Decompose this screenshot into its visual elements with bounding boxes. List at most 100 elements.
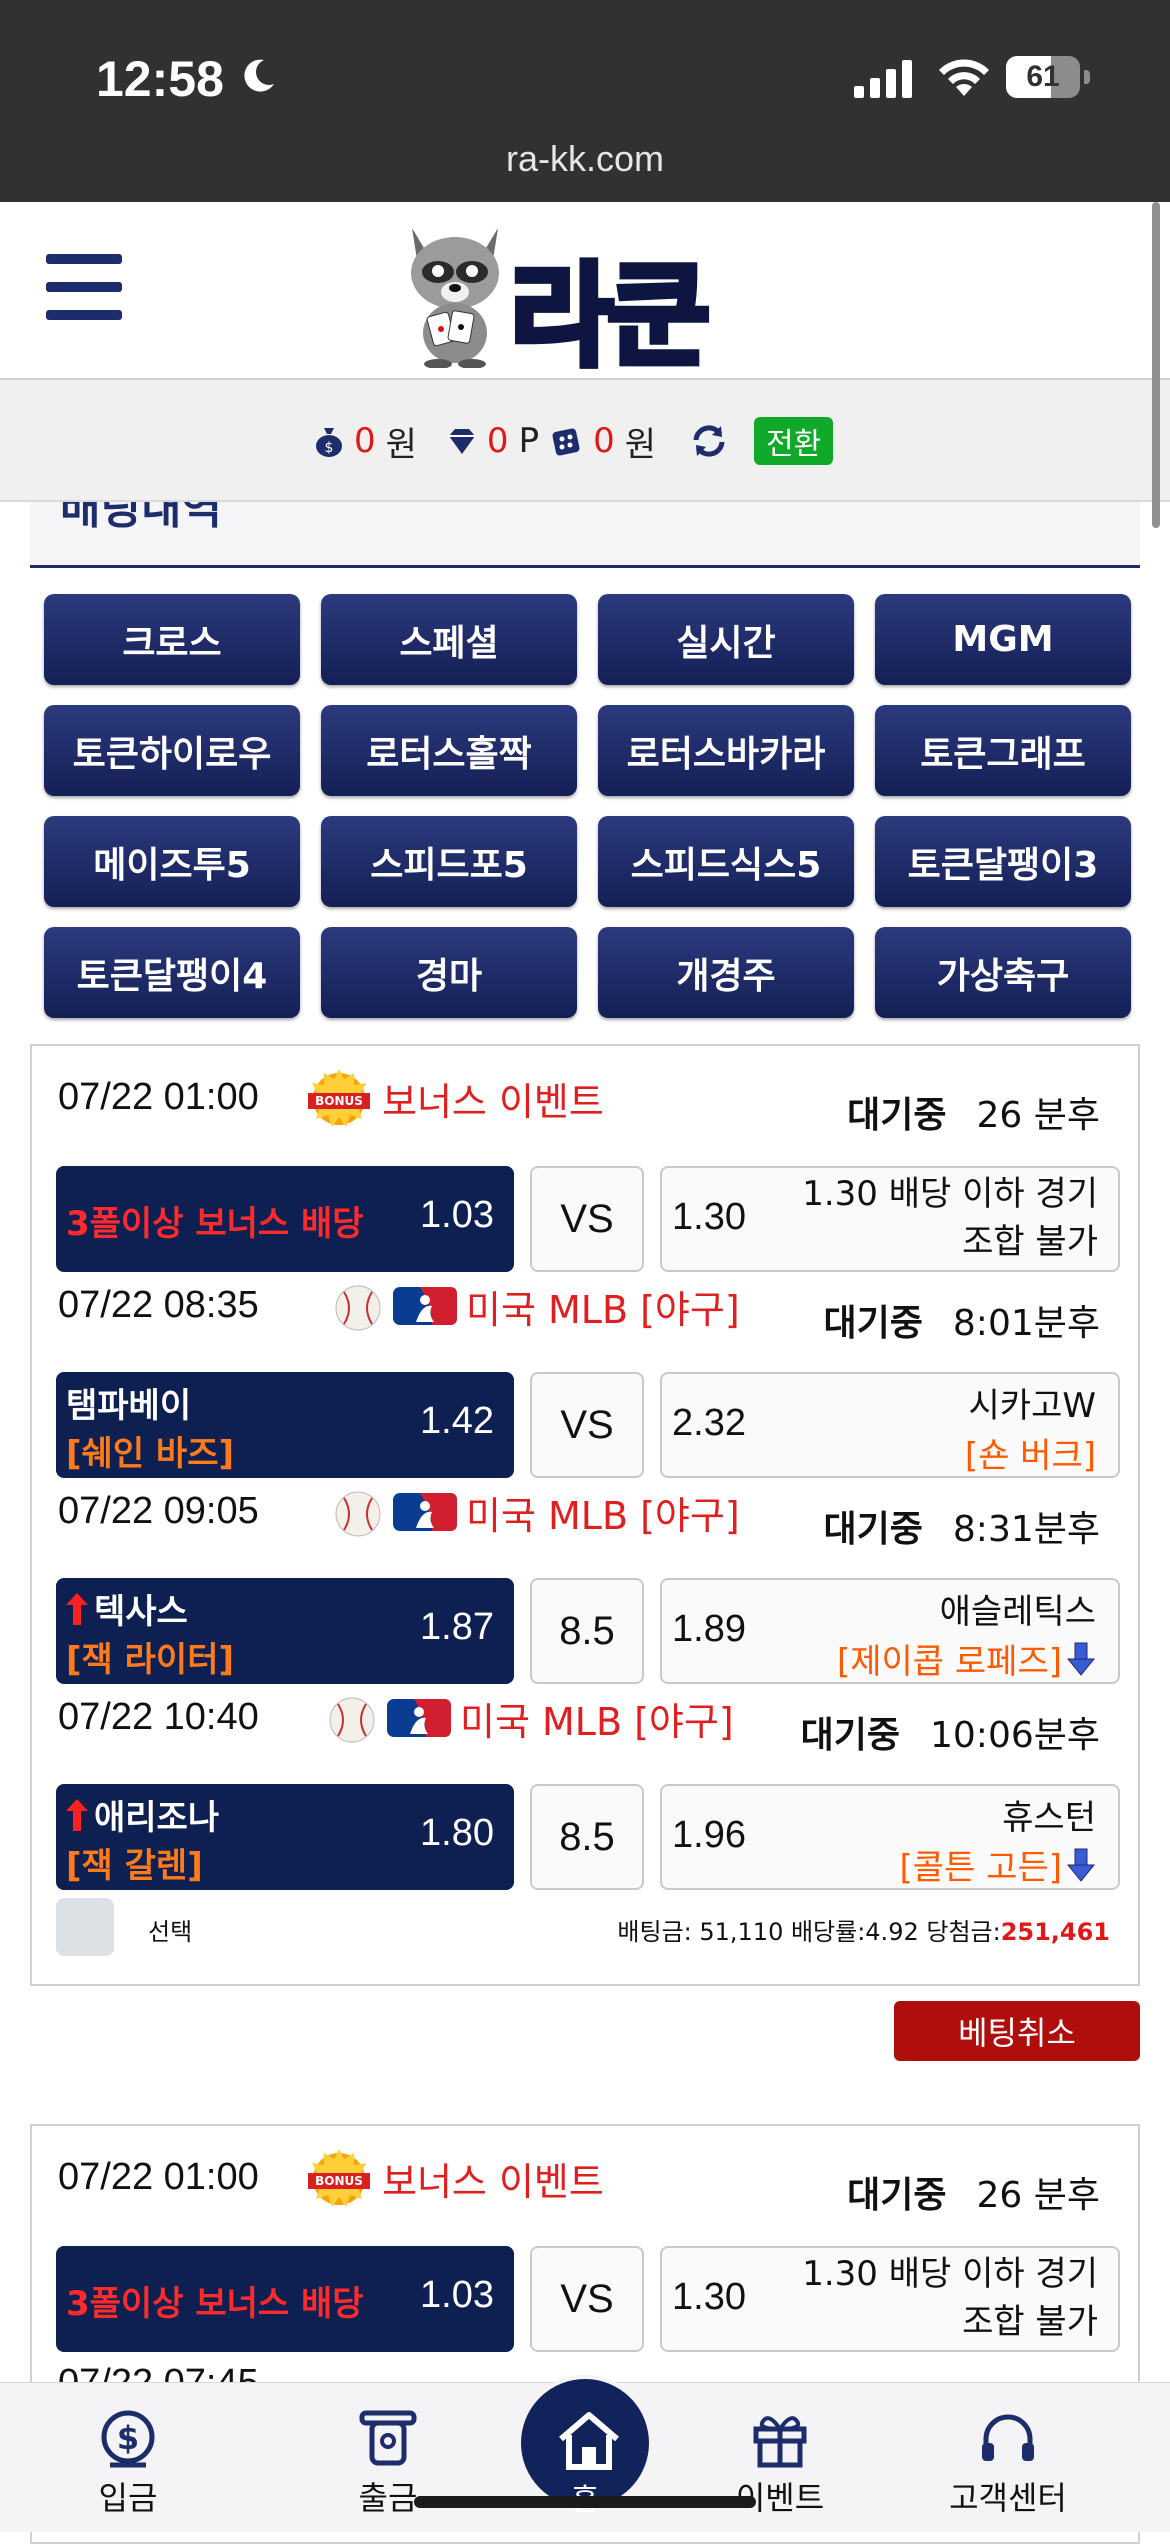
nav-deposit-label: 입금 — [98, 2479, 158, 2517]
arrow-down-icon — [1066, 1642, 1096, 1676]
away-pick[interactable]: 1.30 1.30 배당 이하 경기 조합 불가 — [660, 2246, 1120, 2352]
away-team: 애슬레틱스 — [939, 1592, 1096, 1632]
diamond-icon — [448, 429, 475, 454]
bonus-badge-icon: BONUS — [308, 1069, 370, 1127]
headset-icon — [982, 2414, 1034, 2461]
home-pick[interactable]: 애리조나 [잭 갈렌] 1.80 — [56, 1784, 514, 1890]
category-button-live[interactable]: 실시간 — [598, 594, 854, 685]
match-header: 07/22 01:00 BONUS 보너스 이벤트 대기중 26 분후 — [58, 1069, 1118, 1136]
home-team: 3폴이상 보너스 배당 — [66, 2284, 364, 2324]
arrow-up-icon — [66, 1593, 88, 1625]
away-pitcher: [콜튼 고든] — [899, 1848, 1062, 1888]
category-button-token-graph[interactable]: 토큰그래프 — [875, 705, 1131, 796]
time-remaining: 8:01분후 — [952, 1303, 1100, 1344]
category-button-lotus-baccarat[interactable]: 로터스바카라 — [598, 705, 854, 796]
home-odds: 1.87 — [420, 1606, 494, 1648]
away-pick[interactable]: 1.30 1.30 배당 이하 경기 조합 불가 — [660, 1166, 1120, 1272]
status-bar: 12:58 61 ra-kk.com — [0, 0, 1170, 202]
balance-bar: $ 0 원 0 P 0 원 전환 — [0, 380, 1170, 502]
nav-withdraw[interactable]: 출금 — [288, 2383, 488, 2533]
category-button-maze-two5[interactable]: 메이즈투5 — [44, 816, 300, 907]
battery-icon: 61 — [1006, 56, 1090, 98]
category-button-token-hilo[interactable]: 토큰하이로우 — [44, 705, 300, 796]
category-button-speed-six5[interactable]: 스피드식스5 — [598, 816, 854, 907]
address-bar-url[interactable]: ra-kk.com — [0, 138, 1170, 180]
casino-unit: 원 — [624, 424, 656, 465]
away-odds: 1.30 — [672, 2276, 746, 2318]
home-pick[interactable]: 텍사스 [잭 라이터] 1.87 — [56, 1578, 514, 1684]
match-header: 07/22 09:05 미국 MLB [야구] 대기중 8:31분후 — [58, 1490, 1118, 1550]
bet-summary: 배팅금: 51,110 배당률:4.92 당첨금:251,461 — [617, 1912, 1110, 1947]
casino-amount: 0 — [593, 421, 615, 461]
away-note-line2: 조합 불가 — [962, 2302, 1098, 2342]
bet-summary-text: 배팅금: 51,110 배당률:4.92 당첨금: — [617, 1918, 1001, 1946]
match-header: 07/22 10:40 미국 MLB [야구] 대기중 10:06분후 — [58, 1696, 1118, 1756]
category-button-horse-racing[interactable]: 경마 — [321, 927, 577, 1018]
away-odds: 1.30 — [672, 1196, 746, 1238]
home-pick[interactable]: 3폴이상 보너스 배당 1.03 — [56, 2246, 514, 2352]
home-pick[interactable]: 3폴이상 보너스 배당 1.03 — [56, 1166, 514, 1272]
nav-deposit[interactable]: $ 입금 — [28, 2383, 228, 2533]
home-indicator — [414, 2496, 756, 2508]
nav-events[interactable]: 이벤트 — [680, 2383, 880, 2533]
cancel-bet-button[interactable]: 베팅취소 — [894, 2001, 1140, 2061]
category-button-token-snail4[interactable]: 토큰달팽이4 — [44, 927, 300, 1018]
category-grid: 크로스 스페셜 실시간 MGM 토큰하이로우 로터스홀짝 로터스바카라 토큰그래… — [44, 594, 1132, 1018]
time-remaining: 10:06분후 — [930, 1715, 1100, 1756]
menu-icon[interactable] — [46, 254, 122, 320]
home-icon — [559, 2412, 619, 2470]
category-button-special[interactable]: 스페셜 — [321, 594, 577, 685]
draw-pick[interactable]: VS — [530, 1372, 644, 1478]
match-date: 07/22 09:05 — [58, 1490, 259, 1532]
refresh-icon[interactable] — [688, 420, 730, 462]
time-remaining: 8:31분후 — [952, 1509, 1100, 1550]
away-pick[interactable]: 1.96 휴스턴 [콜튼 고든] — [660, 1784, 1120, 1890]
page-title: 배팅내역 — [60, 502, 222, 534]
league-name: 보너스 이벤트 — [382, 2159, 604, 2204]
svg-text:BONUS: BONUS — [315, 2174, 363, 2188]
withdraw-icon — [359, 2410, 417, 2466]
nav-support[interactable]: 고객센터 — [908, 2383, 1108, 2533]
category-button-dog-racing[interactable]: 개경주 — [598, 927, 854, 1018]
time-remaining: 26 분후 — [976, 1095, 1101, 1136]
category-button-lotus-oddeven[interactable]: 로터스홀짝 — [321, 705, 577, 796]
match-header: 07/22 01:00 BONUS 보너스 이벤트 대기중 26 분후 — [58, 2149, 1118, 2216]
away-note-line2: 조합 불가 — [962, 1222, 1098, 1262]
match-date: 07/22 10:40 — [58, 1696, 259, 1738]
raccoon-mascot-icon — [411, 228, 499, 368]
match-header: 07/22 08:35 미국 MLB [야구] 대기중 8:01분후 — [58, 1284, 1118, 1344]
scrollbar[interactable] — [1152, 202, 1160, 528]
draw-pick[interactable]: VS — [530, 2246, 644, 2352]
match-date: 07/22 01:00 — [58, 2156, 259, 2198]
home-team: 텍사스 — [94, 1592, 188, 1632]
bet-row: 탬파베이 [쉐인 바즈] 1.42 VS 2.32 시카고W [숀 버크] — [56, 1372, 1120, 1478]
win-amount: 251,461 — [1000, 1918, 1110, 1946]
draw-pick[interactable]: VS — [530, 1166, 644, 1272]
category-button-token-snail3[interactable]: 토큰달팽이3 — [875, 816, 1131, 907]
home-pick[interactable]: 탬파베이 [쉐인 바즈] 1.42 — [56, 1372, 514, 1478]
away-pitcher: [제이콥 로페즈] — [836, 1642, 1062, 1682]
nav-home[interactable]: 홈 — [517, 2375, 653, 2518]
bet-row: 애리조나 [잭 갈렌] 1.80 8.5 1.96 휴스턴 [콜튼 고든] — [56, 1784, 1120, 1890]
category-button-virtual-soccer[interactable]: 가상축구 — [875, 927, 1131, 1018]
convert-button[interactable]: 전환 — [754, 417, 834, 465]
bet-summary-row: 선택 배팅금: 51,110 배당률:4.92 당첨금:251,461 — [56, 1898, 1116, 1958]
handicap-line[interactable]: 8.5 — [530, 1784, 644, 1890]
status-time: 12:58 — [96, 51, 224, 107]
category-button-mgm[interactable]: MGM — [875, 594, 1131, 685]
match-status: 대기중 — [823, 1303, 923, 1344]
away-odds: 1.89 — [672, 1608, 746, 1650]
wifi-icon — [939, 59, 989, 96]
home-pitcher: [잭 라이터] — [66, 1640, 235, 1680]
category-button-speed-four5[interactable]: 스피드포5 — [321, 816, 577, 907]
site-logo[interactable]: 라쿤 — [400, 208, 770, 385]
select-checkbox[interactable] — [56, 1898, 114, 1956]
mlb-logo-icon — [393, 1287, 457, 1325]
away-pick[interactable]: 1.89 애슬레틱스 [제이콥 로페즈] — [660, 1578, 1120, 1684]
handicap-line[interactable]: 8.5 — [530, 1578, 644, 1684]
league-name: 미국 MLB [야구] — [466, 1493, 740, 1538]
match-status: 대기중 — [823, 1509, 923, 1550]
time-remaining: 26 분후 — [976, 2175, 1101, 2216]
category-button-cross[interactable]: 크로스 — [44, 594, 300, 685]
away-pick[interactable]: 2.32 시카고W [숀 버크] — [660, 1372, 1120, 1478]
